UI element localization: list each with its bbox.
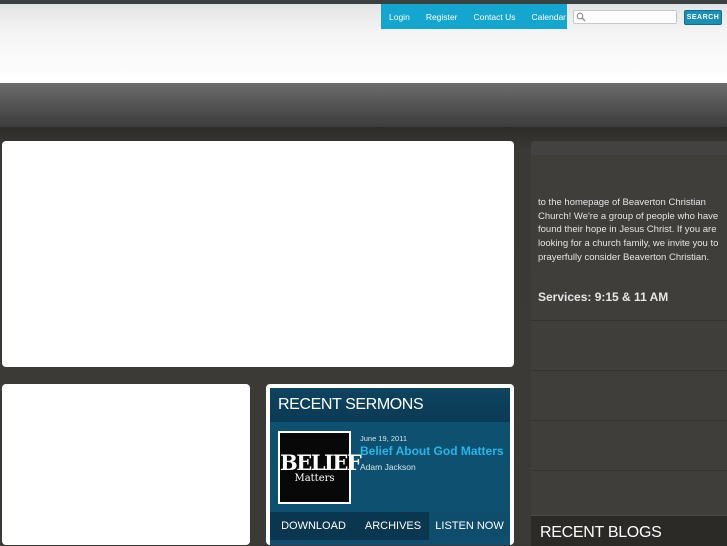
sermon-actions: DOWNLOAD ARCHIVES LISTEN NOW: [270, 512, 510, 540]
archives-tab[interactable]: ARCHIVES: [357, 512, 429, 540]
header-band: [0, 83, 727, 127]
sermon-thumbnail[interactable]: BELIEF Matters: [278, 431, 362, 504]
sidebar-divider: [531, 470, 727, 471]
thumbnail-subtitle: Matters: [294, 473, 335, 484]
sermon-item: BELIEF Matters June 19, 2011 Belief Abou…: [270, 422, 510, 512]
search-button[interactable]: SEARCH: [684, 10, 722, 25]
nav-calendar-link[interactable]: Calendar: [524, 12, 575, 22]
top-nav: Login Register Contact Us Calendar: [381, 4, 567, 29]
sidebar-divider: [531, 420, 727, 421]
thumbnail-title: BELIEF: [280, 450, 362, 475]
search-input[interactable]: [588, 11, 674, 23]
download-tab[interactable]: DOWNLOAD: [270, 512, 357, 540]
recent-sermons-widget: RECENT SERMONS BELIEF Matters June 19, 2…: [266, 384, 514, 545]
sermon-date: June 19, 2011: [360, 434, 407, 443]
nav-register-link[interactable]: Register: [418, 12, 466, 22]
recent-sermons-title: RECENT SERMONS: [278, 396, 424, 413]
content-panel-left: [2, 384, 250, 545]
listen-now-tab[interactable]: LISTEN NOW: [429, 512, 510, 540]
sermon-footer-strip: [270, 540, 510, 545]
recent-sermons-inner: RECENT SERMONS BELIEF Matters June 19, 2…: [270, 388, 510, 545]
search-icon: [576, 12, 586, 22]
nav-login-link[interactable]: Login: [381, 12, 418, 22]
recent-blogs-header: RECENT BLOGS: [531, 515, 727, 546]
service-times: Services: 9:15 & 11 AM: [538, 290, 669, 304]
sidebar: to the homepage of Beaverton Christian C…: [531, 141, 727, 546]
sidebar-divider: [531, 320, 727, 321]
featured-slideshow-panel: [2, 141, 514, 367]
sidebar-top-bar: [531, 141, 727, 155]
recent-blogs-title: RECENT BLOGS: [540, 524, 662, 541]
sermon-title-link[interactable]: Belief About God Matters: [360, 444, 504, 458]
search-field: [573, 10, 677, 24]
welcome-text: to the homepage of Beaverton Christian C…: [538, 197, 719, 263]
sermon-thumbnail-artwork: BELIEF Matters: [280, 433, 362, 502]
recent-sermons-header: RECENT SERMONS: [270, 388, 510, 422]
nav-contact-us-link[interactable]: Contact Us: [465, 12, 523, 22]
sidebar-divider: [531, 370, 727, 371]
sermon-speaker: Adam Jackson: [360, 462, 416, 472]
